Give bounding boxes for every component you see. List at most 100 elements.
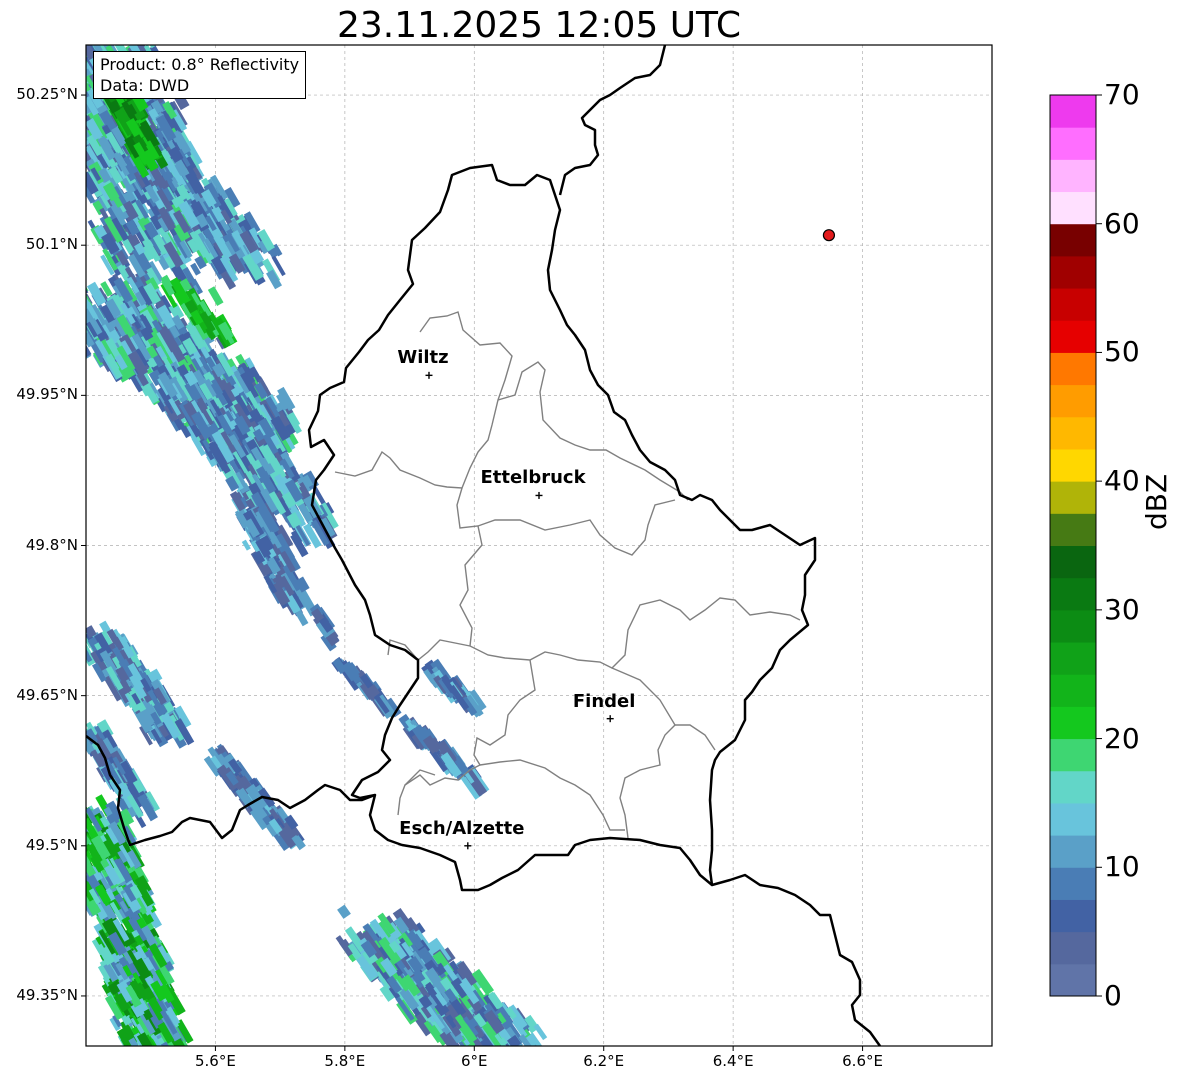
y-tick-label: 49.95°N	[16, 385, 78, 404]
radar-echo-cell	[74, 286, 86, 300]
y-tick-label: 50.1°N	[25, 235, 78, 254]
colorbar-segment	[1050, 867, 1096, 900]
colorbar-segment	[1050, 738, 1096, 772]
radar-echo-cell	[59, 123, 77, 146]
radar-echo-cell	[64, 71, 74, 84]
colorbar-segment	[1050, 191, 1096, 225]
radar-echo-cell	[54, 106, 69, 124]
radar-echo-cell	[52, 51, 69, 71]
radar-echo-cell	[70, 807, 85, 828]
radar-echo-cell	[64, 44, 83, 69]
colorbar-segment	[1050, 352, 1096, 386]
colorbar-segment	[1050, 320, 1096, 353]
x-tick-label: 6.4°E	[712, 1052, 754, 1070]
y-tick-label: 49.5°N	[25, 835, 78, 854]
radar-echo-cell	[65, 804, 85, 829]
colorbar-segment	[1050, 223, 1096, 257]
colorbar-segment	[1050, 481, 1096, 514]
radar-echo-cell	[67, 53, 76, 64]
radar-echo-cell	[67, 287, 84, 309]
colorbar-tick-label: 20	[1104, 721, 1140, 755]
radar-echo-cell	[86, 301, 87, 321]
colorbar-tick-label: 50	[1104, 335, 1140, 369]
radar-echo-cell	[86, 798, 88, 826]
radar-echo-cell	[69, 810, 84, 828]
radar-echo-cell	[86, 116, 87, 135]
radar-echo-cell	[67, 69, 78, 82]
colorbar-segment	[1050, 835, 1096, 868]
radar-echo-cell	[69, 39, 80, 51]
radar-echo-cell	[49, 60, 66, 83]
radar-echo-cell	[67, 126, 82, 147]
colorbar-segment	[1050, 963, 1096, 997]
colorbar-segment	[1050, 642, 1096, 675]
colorbar-segment	[1050, 577, 1096, 611]
radar-echo-cell	[51, 299, 65, 315]
city-label: Findel	[572, 690, 636, 712]
colorbar-segment	[1050, 159, 1096, 193]
radar-echo-cell	[149, 1046, 159, 1058]
radar-echo-cell	[67, 51, 86, 77]
radar-echo-cell	[71, 67, 86, 86]
radar-echo-cell	[69, 818, 82, 834]
radar-echo-cell	[528, 1051, 549, 1077]
radar-echo-cell	[51, 54, 67, 74]
radar-echo-cell	[134, 1045, 152, 1046]
radar-echo-cell	[63, 299, 75, 314]
city-label: Esch/Alzette	[399, 817, 525, 839]
radar-echo-cell	[74, 858, 84, 870]
radar-echo-cell	[86, 815, 87, 838]
colorbar-segment	[1050, 706, 1096, 740]
colorbar-segment	[1050, 513, 1096, 546]
radar-echo-cell	[113, 30, 124, 43]
colorbar-segment	[1050, 384, 1096, 418]
radar-echo-cell	[54, 315, 64, 327]
radar-echo-cell	[64, 323, 82, 344]
radar-echo-cell	[51, 50, 64, 64]
radar-echo-cell	[62, 131, 76, 149]
colorbar-tick-label: 0	[1104, 979, 1122, 1012]
radar-echo-cell	[57, 299, 72, 316]
colorbar-segment	[1050, 255, 1096, 289]
colorbar-segment	[1050, 288, 1096, 321]
x-tick-label: 6.6°E	[842, 1052, 883, 1070]
radar-echo-cell	[50, 273, 70, 300]
radar-echo-cell	[61, 35, 75, 49]
colorbar-segment	[1050, 127, 1096, 160]
colorbar-segment	[1050, 448, 1096, 482]
radar-echo-cell	[63, 318, 79, 341]
colorbar-segment	[1050, 931, 1096, 965]
colorbar-tick-label: 70	[1104, 78, 1140, 111]
colorbar-tick-label: 60	[1104, 206, 1140, 240]
colorbar-tick-label: 10	[1104, 850, 1140, 884]
colorbar-segment	[1050, 95, 1096, 128]
radar-echo-cell	[61, 810, 79, 833]
x-tick-marks	[214, 1046, 864, 1051]
radar-echo-cell	[72, 793, 83, 808]
product-label: Product: 0.8° Reflectivity	[100, 55, 300, 74]
colorbar-segment	[1050, 802, 1096, 836]
radar-echo-cell	[87, 24, 100, 40]
radar-echo-cell	[61, 60, 76, 77]
y-tick-marks	[81, 94, 86, 997]
radar-echo-cell	[86, 45, 87, 62]
radar-echo-cell	[58, 289, 75, 312]
colorbar-tick-label: 40	[1104, 464, 1140, 498]
city-label: Ettelbruck	[480, 467, 586, 489]
radar-echo-cell	[74, 292, 84, 304]
colorbar	[1050, 95, 1096, 997]
y-tick-label: 49.35°N	[16, 985, 78, 1004]
radar-echo-cell	[53, 44, 63, 56]
radar-echo-cell	[57, 43, 74, 68]
radar-echo-cell	[127, 30, 137, 43]
radar-echo-cell	[47, 290, 59, 303]
radar-echo-cell	[67, 110, 85, 133]
radar-site-marker[interactable]	[822, 229, 836, 242]
colorbar-tick-marks	[1096, 94, 1102, 997]
radar-echo-cell	[60, 289, 74, 309]
radar-echo-cell	[65, 36, 82, 56]
radar-echo-cell	[86, 119, 87, 139]
radar-echo-cell	[60, 42, 79, 65]
city-label: Wiltz	[397, 347, 449, 369]
radar-echo-cell	[86, 58, 88, 85]
